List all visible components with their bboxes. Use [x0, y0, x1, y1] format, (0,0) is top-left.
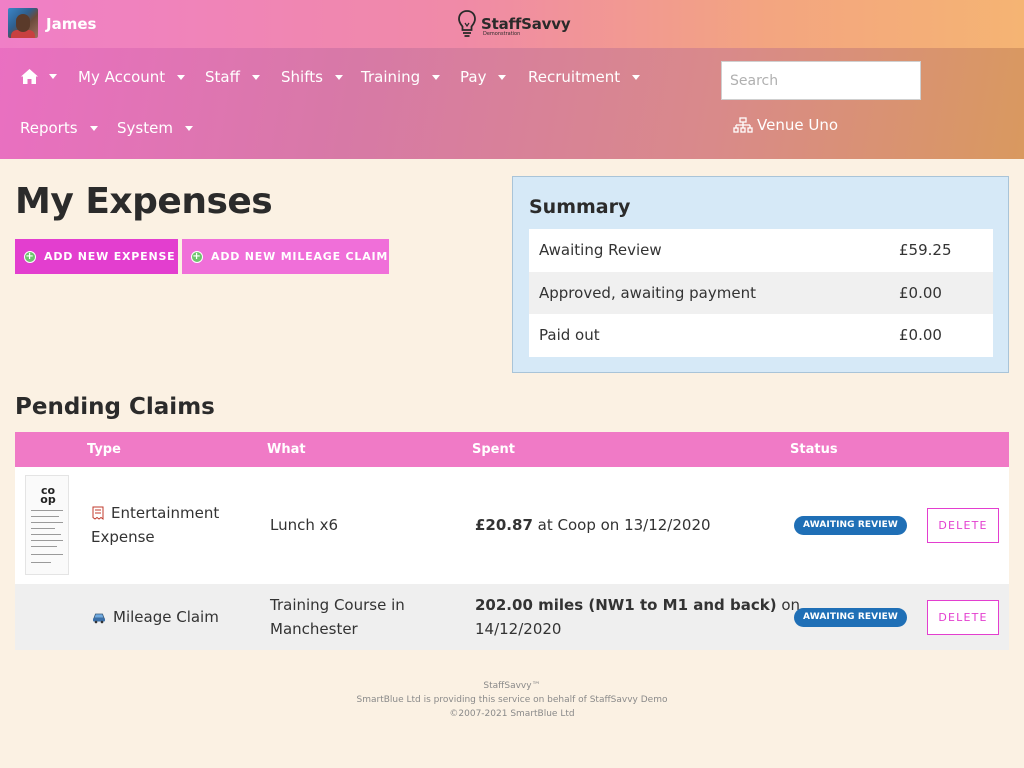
plus-circle-icon: +	[191, 250, 203, 263]
search-input[interactable]	[721, 61, 921, 100]
summary-value: £59.25	[899, 241, 952, 260]
top-bar: James StaffSavvy Demonstration	[0, 0, 1024, 48]
chevron-down-icon	[334, 74, 343, 80]
nav-label: Recruitment	[528, 68, 621, 86]
claim-type: Entertainment Expense	[91, 501, 219, 549]
lightbulb-icon	[458, 10, 476, 37]
chevron-down-icon	[177, 74, 186, 80]
claim-what-line2: Manchester	[270, 620, 358, 638]
claim-type-label: Entertainment	[111, 504, 220, 522]
add-new-expense-button[interactable]: + ADD NEW EXPENSE	[15, 239, 178, 274]
table-row: co op Entertainment Expense Lunch x6 £20…	[15, 467, 1009, 584]
user-name[interactable]: James	[46, 15, 96, 33]
add-expense-label: ADD NEW EXPENSE	[44, 250, 176, 263]
venue-name: Venue Uno	[757, 116, 838, 134]
nav-label: Reports	[20, 119, 78, 137]
footer: StaffSavvy™ SmartBlue Ltd is providing t…	[0, 679, 1024, 721]
status-badge: AWAITING REVIEW	[794, 516, 907, 535]
nav-staff[interactable]: Staff	[205, 68, 260, 86]
claim-type-label-line2: Expense	[91, 528, 155, 546]
claim-amount: £20.87	[475, 516, 533, 534]
claim-spent-detail: at Coop on 13/12/2020	[532, 516, 711, 534]
page-title: My Expenses	[15, 181, 273, 222]
nav-label: Training	[361, 68, 421, 86]
add-mileage-label: ADD NEW MILEAGE CLAIM	[211, 250, 389, 263]
column-header-spent: Spent	[472, 442, 515, 457]
status-badge: AWAITING REVIEW	[794, 608, 907, 627]
avatar[interactable]	[8, 8, 38, 38]
pending-claims-title: Pending Claims	[15, 394, 215, 420]
claim-type: Mileage Claim	[91, 605, 219, 629]
delete-button[interactable]: DELETE	[927, 508, 999, 543]
chevron-down-icon	[251, 74, 260, 80]
column-header-status: Status	[790, 442, 838, 457]
summary-table: Awaiting Review £59.25 Approved, awaitin…	[529, 229, 993, 357]
nav-shifts[interactable]: Shifts	[281, 68, 343, 86]
nav-label: My Account	[78, 68, 166, 86]
nav-reports[interactable]: Reports	[20, 119, 98, 137]
chevron-down-icon	[432, 74, 441, 80]
summary-value: £0.00	[899, 326, 942, 345]
claim-what: Lunch x6	[270, 516, 339, 534]
chevron-down-icon	[632, 74, 641, 80]
footer-copyright: ©2007-2021 SmartBlue Ltd	[449, 709, 575, 719]
home-icon	[21, 69, 38, 84]
chevron-down-icon	[89, 125, 98, 131]
venue-selector[interactable]: Venue Uno	[733, 116, 838, 134]
nav-pay[interactable]: Pay	[460, 68, 507, 86]
footer-brand: StaffSavvy™	[483, 681, 541, 691]
chevron-down-icon	[184, 125, 193, 131]
plus-circle-icon: +	[24, 250, 36, 263]
receipt-text: co op	[40, 484, 56, 506]
nav-label: Shifts	[281, 68, 323, 86]
chevron-down-icon	[498, 74, 507, 80]
summary-value: £0.00	[899, 283, 942, 302]
summary-row: Approved, awaiting payment £0.00	[529, 271, 993, 314]
summary-label: Approved, awaiting payment	[539, 283, 756, 302]
receipt-thumbnail[interactable]: co op	[25, 475, 69, 575]
header: James StaffSavvy Demonstration My Accoun…	[0, 0, 1024, 159]
nav-label: System	[117, 119, 173, 137]
summary-label: Awaiting Review	[539, 241, 662, 260]
sitemap-icon	[733, 116, 753, 133]
chevron-down-icon	[49, 74, 57, 79]
logo-subtitle: Demonstration	[483, 31, 521, 37]
nav-system[interactable]: System	[117, 119, 193, 137]
table-header: Type What Spent Status	[15, 432, 1009, 467]
claim-spent-date: 14/12/2020	[475, 620, 562, 638]
nav-home[interactable]	[20, 68, 57, 85]
delete-button[interactable]: DELETE	[927, 600, 999, 635]
nav-label: Pay	[460, 68, 487, 86]
footer-provider: SmartBlue Ltd is providing this service …	[356, 695, 668, 705]
receipt-icon	[92, 506, 104, 520]
claim-what: Training Course in Manchester	[270, 593, 405, 641]
claim-spent: 202.00 miles (NW1 to M1 and back) on 14/…	[475, 593, 800, 641]
claim-type-label: Mileage Claim	[113, 608, 219, 626]
nav-training[interactable]: Training	[361, 68, 441, 86]
summary-title: Summary	[529, 196, 631, 218]
claim-what-line1: Training Course in	[270, 596, 405, 614]
summary-panel: Summary Awaiting Review £59.25 Approved,…	[512, 176, 1009, 373]
column-header-type: Type	[87, 442, 121, 457]
claim-amount: 202.00 miles (NW1 to M1 and back)	[475, 596, 777, 614]
summary-row: Paid out £0.00	[529, 314, 993, 357]
summary-row: Awaiting Review £59.25	[529, 229, 993, 272]
table-row: Mileage Claim Training Course in Manches…	[15, 584, 1009, 650]
claims-table: Type What Spent Status co op Entertainme…	[15, 432, 1009, 650]
nav-my-account[interactable]: My Account	[78, 68, 186, 86]
nav-label: Staff	[205, 68, 240, 86]
summary-label: Paid out	[539, 326, 600, 345]
car-icon	[93, 613, 105, 624]
nav-recruitment[interactable]: Recruitment	[528, 68, 641, 86]
add-new-mileage-claim-button[interactable]: + ADD NEW MILEAGE CLAIM	[182, 239, 389, 274]
claim-spent: £20.87 at Coop on 13/12/2020	[475, 513, 711, 537]
column-header-what: What	[267, 442, 306, 457]
